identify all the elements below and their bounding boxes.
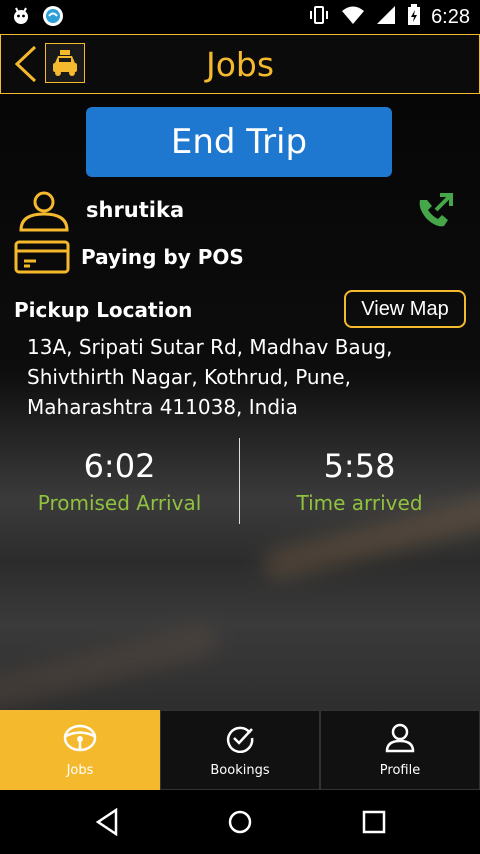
person-icon [384,723,416,757]
pickup-location-label: Pickup Location [14,298,193,322]
job-details-panel: End Trip shrutika Paying by POS Pickup L… [0,94,480,710]
address-line: Shivthirth Nagar, Kothrud, Pune, [27,365,351,389]
view-map-button[interactable]: View Map [344,290,466,328]
app-notification-icon [42,5,64,31]
tab-profile-label: Profile [379,762,421,778]
app-header: Jobs [0,34,480,94]
clock-time: 6:28 [431,5,470,28]
tab-jobs-label: Jobs [66,762,94,778]
wifi-icon [341,4,365,30]
tab-bookings-label: Bookings [210,762,270,778]
promised-arrival-time: 6:02 [83,447,156,485]
nav-recents-icon[interactable] [361,808,387,840]
time-arrived-label: Time arrived [296,491,423,515]
nav-back-icon[interactable] [94,807,120,840]
promised-arrival-label: Promised Arrival [37,491,202,515]
vibrate-icon [307,4,331,30]
pickup-address: 13A, Sripati Sutar Rd, Madhav Baug, Shiv… [27,332,467,422]
steering-wheel-icon [63,723,97,757]
end-trip-button[interactable]: End Trip [86,107,392,177]
tab-jobs[interactable]: Jobs [0,710,160,790]
user-icon [16,190,72,236]
nav-home-icon[interactable] [227,808,253,840]
address-line: 13A, Sripati Sutar Rd, Madhav Baug, [27,335,393,359]
battery-icon [407,4,421,30]
check-circle-icon [225,723,255,757]
bottom-tab-bar: Jobs Bookings Profile [0,710,480,790]
signal-icon [375,4,397,30]
status-bar: 6:28 [0,0,480,34]
time-arrived-value: 5:58 [323,447,396,485]
customer-name: shrutika [86,198,185,222]
background-blur [0,622,220,710]
tab-profile[interactable]: Profile [320,710,480,790]
credit-card-icon [14,240,70,278]
tab-bookings[interactable]: Bookings [160,710,320,790]
system-nav-bar [0,790,480,854]
address-line: Maharashtra 411038, India [27,395,298,419]
call-phone-icon[interactable] [414,190,456,236]
page-title: Jobs [205,45,275,84]
payment-method: Paying by POS [81,245,244,269]
time-arrived-block: 5:58 Time arrived [240,447,479,515]
promised-arrival-block: 6:02 Promised Arrival [0,447,239,515]
android-debug-icon [10,5,32,31]
